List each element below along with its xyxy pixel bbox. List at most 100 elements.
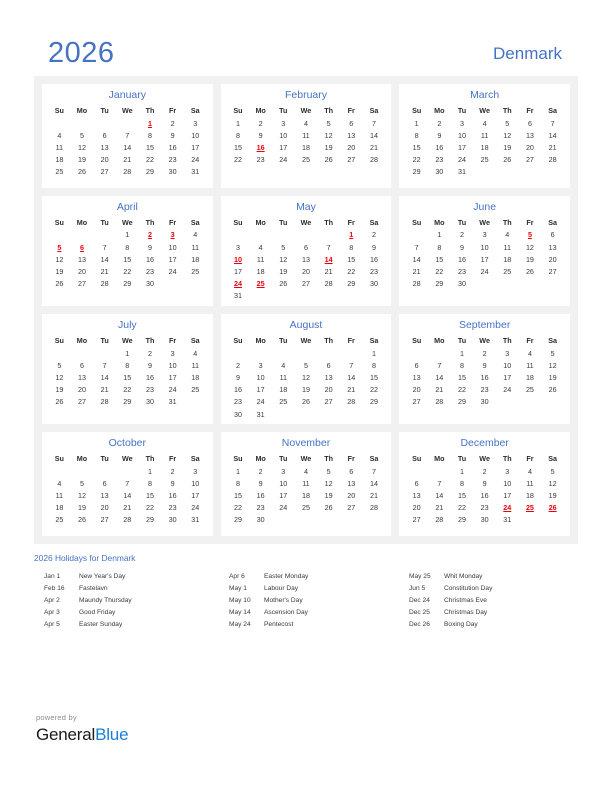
day-cell[interactable]: 17 bbox=[272, 490, 295, 502]
day-cell[interactable]: 2 bbox=[428, 117, 451, 129]
day-cell[interactable]: 30 bbox=[139, 396, 162, 408]
day-cell[interactable]: 16 bbox=[139, 253, 162, 265]
day-cell[interactable]: 26 bbox=[272, 278, 295, 290]
day-cell[interactable]: 15 bbox=[116, 253, 139, 265]
day-cell[interactable]: 10 bbox=[161, 359, 184, 371]
day-cell[interactable]: 22 bbox=[116, 265, 139, 277]
day-cell[interactable]: 23 bbox=[161, 154, 184, 166]
day-cell[interactable]: 28 bbox=[428, 514, 451, 526]
day-cell[interactable]: 7 bbox=[428, 477, 451, 489]
day-cell[interactable]: 19 bbox=[496, 141, 519, 153]
day-cell[interactable]: 30 bbox=[473, 514, 496, 526]
day-cell[interactable]: 30 bbox=[451, 278, 474, 290]
day-cell[interactable]: 1 bbox=[227, 465, 250, 477]
day-cell[interactable]: 9 bbox=[249, 129, 272, 141]
day-cell[interactable]: 1 bbox=[363, 347, 386, 359]
day-cell[interactable]: 4 bbox=[48, 477, 71, 489]
day-cell[interactable]: 20 bbox=[405, 384, 428, 396]
day-cell[interactable]: 22 bbox=[227, 502, 250, 514]
day-cell[interactable]: 24 bbox=[184, 154, 207, 166]
day-cell[interactable]: 28 bbox=[541, 154, 564, 166]
day-cell[interactable]: 14 bbox=[116, 490, 139, 502]
day-cell[interactable]: 25 bbox=[519, 384, 542, 396]
day-cell[interactable]: 24 bbox=[473, 265, 496, 277]
day-cell[interactable]: 4 bbox=[295, 465, 318, 477]
day-cell[interactable]: 14 bbox=[93, 253, 116, 265]
day-cell[interactable]: 17 bbox=[496, 490, 519, 502]
day-cell[interactable]: 13 bbox=[317, 371, 340, 383]
day-cell[interactable]: 9 bbox=[139, 241, 162, 253]
day-cell[interactable]: 21 bbox=[317, 265, 340, 277]
day-cell[interactable]: 20 bbox=[93, 154, 116, 166]
day-cell[interactable]: 28 bbox=[363, 154, 386, 166]
day-cell[interactable]: 24 bbox=[451, 154, 474, 166]
day-cell[interactable]: 2 bbox=[473, 347, 496, 359]
day-cell[interactable]: 26 bbox=[317, 502, 340, 514]
day-cell[interactable]: 29 bbox=[451, 396, 474, 408]
day-cell[interactable]: 30 bbox=[161, 166, 184, 178]
day-cell[interactable]: 10 bbox=[451, 129, 474, 141]
day-cell[interactable]: 15 bbox=[405, 141, 428, 153]
day-cell-holiday[interactable]: 2 bbox=[139, 229, 162, 241]
day-cell[interactable]: 10 bbox=[272, 129, 295, 141]
day-cell[interactable]: 10 bbox=[161, 241, 184, 253]
day-cell[interactable]: 31 bbox=[161, 396, 184, 408]
day-cell[interactable]: 10 bbox=[473, 241, 496, 253]
day-cell[interactable]: 11 bbox=[496, 241, 519, 253]
day-cell[interactable]: 30 bbox=[249, 514, 272, 526]
day-cell-holiday[interactable]: 14 bbox=[317, 253, 340, 265]
day-cell[interactable]: 18 bbox=[496, 253, 519, 265]
day-cell[interactable]: 27 bbox=[541, 265, 564, 277]
day-cell[interactable]: 23 bbox=[473, 502, 496, 514]
day-cell[interactable]: 6 bbox=[541, 229, 564, 241]
day-cell[interactable]: 17 bbox=[184, 141, 207, 153]
day-cell[interactable]: 3 bbox=[272, 117, 295, 129]
day-cell[interactable]: 30 bbox=[139, 278, 162, 290]
day-cell[interactable]: 3 bbox=[272, 465, 295, 477]
day-cell[interactable]: 31 bbox=[451, 166, 474, 178]
day-cell[interactable]: 1 bbox=[428, 229, 451, 241]
day-cell[interactable]: 10 bbox=[249, 371, 272, 383]
day-cell[interactable]: 20 bbox=[93, 502, 116, 514]
day-cell[interactable]: 8 bbox=[340, 241, 363, 253]
day-cell[interactable]: 27 bbox=[93, 514, 116, 526]
day-cell[interactable]: 21 bbox=[93, 384, 116, 396]
day-cell[interactable]: 3 bbox=[184, 465, 207, 477]
day-cell[interactable]: 7 bbox=[116, 477, 139, 489]
day-cell[interactable]: 19 bbox=[272, 265, 295, 277]
day-cell[interactable]: 23 bbox=[451, 265, 474, 277]
day-cell[interactable]: 18 bbox=[184, 371, 207, 383]
day-cell[interactable]: 13 bbox=[295, 253, 318, 265]
day-cell[interactable]: 17 bbox=[227, 265, 250, 277]
day-cell-holiday[interactable]: 16 bbox=[249, 141, 272, 153]
day-cell[interactable]: 5 bbox=[71, 477, 94, 489]
day-cell[interactable]: 11 bbox=[295, 129, 318, 141]
day-cell-holiday[interactable]: 5 bbox=[519, 229, 542, 241]
day-cell[interactable]: 30 bbox=[473, 396, 496, 408]
day-cell[interactable]: 19 bbox=[48, 384, 71, 396]
day-cell[interactable]: 24 bbox=[272, 502, 295, 514]
day-cell[interactable]: 5 bbox=[541, 347, 564, 359]
day-cell[interactable]: 6 bbox=[405, 359, 428, 371]
day-cell[interactable]: 7 bbox=[405, 241, 428, 253]
day-cell[interactable]: 11 bbox=[184, 241, 207, 253]
day-cell[interactable]: 4 bbox=[519, 347, 542, 359]
day-cell[interactable]: 11 bbox=[184, 359, 207, 371]
day-cell[interactable]: 18 bbox=[473, 141, 496, 153]
day-cell[interactable]: 2 bbox=[451, 229, 474, 241]
day-cell[interactable]: 11 bbox=[519, 359, 542, 371]
day-cell[interactable]: 14 bbox=[541, 129, 564, 141]
day-cell[interactable]: 12 bbox=[541, 477, 564, 489]
day-cell[interactable]: 16 bbox=[363, 253, 386, 265]
day-cell[interactable]: 18 bbox=[295, 490, 318, 502]
day-cell[interactable]: 3 bbox=[249, 359, 272, 371]
day-cell[interactable]: 14 bbox=[363, 477, 386, 489]
day-cell[interactable]: 15 bbox=[340, 253, 363, 265]
day-cell[interactable]: 15 bbox=[139, 141, 162, 153]
day-cell[interactable]: 18 bbox=[295, 141, 318, 153]
day-cell[interactable]: 2 bbox=[249, 117, 272, 129]
day-cell[interactable]: 14 bbox=[340, 371, 363, 383]
day-cell[interactable]: 14 bbox=[405, 253, 428, 265]
day-cell[interactable]: 18 bbox=[272, 384, 295, 396]
day-cell[interactable]: 25 bbox=[295, 502, 318, 514]
